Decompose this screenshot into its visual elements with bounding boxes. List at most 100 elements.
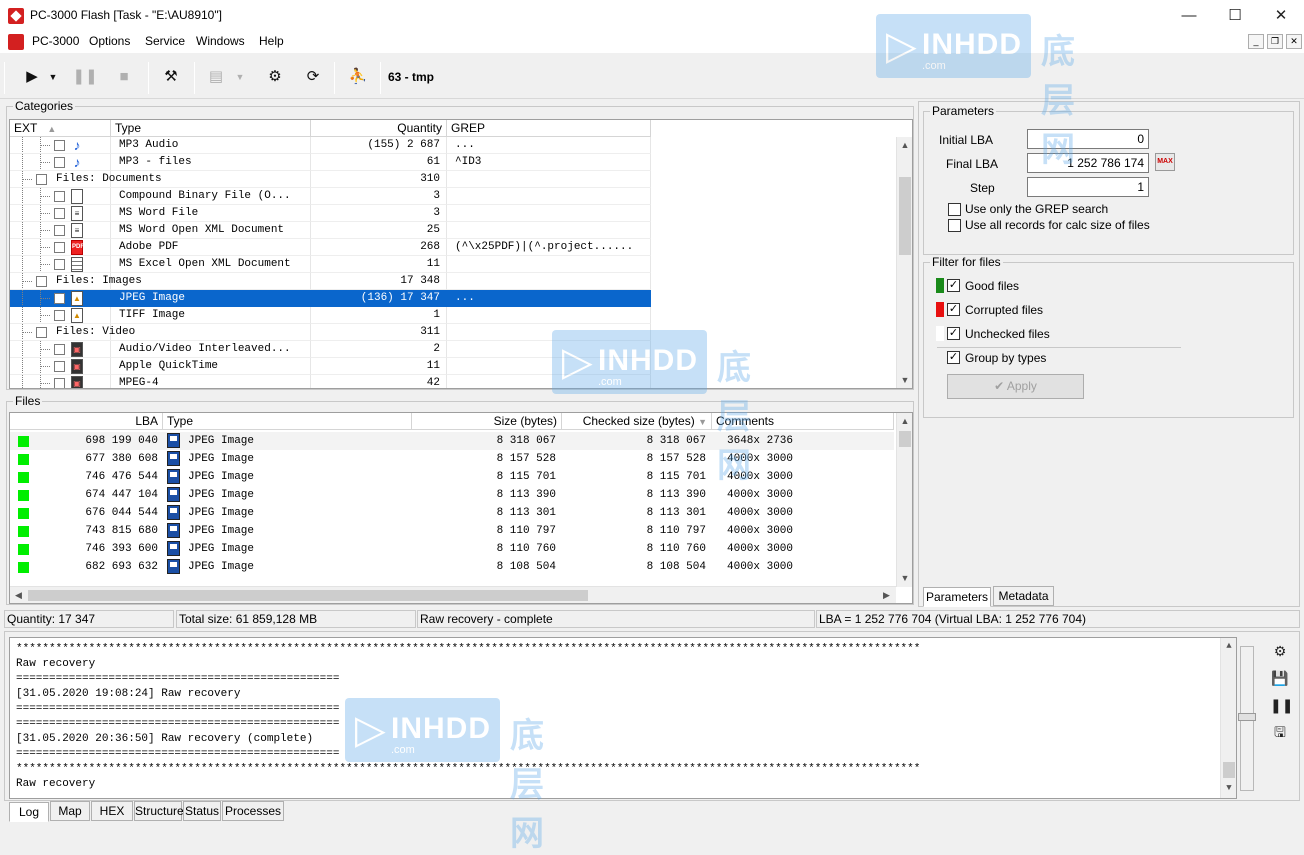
menu-help[interactable]: Help bbox=[257, 34, 286, 48]
export-dropdown-icon[interactable]: ▼ bbox=[233, 64, 247, 90]
category-row[interactable]: ▲ JPEG Image (136) 17 347... bbox=[10, 290, 894, 307]
scroll-thumb[interactable] bbox=[899, 177, 911, 255]
category-row[interactable]: Compound Binary File (O... 3 bbox=[10, 188, 894, 205]
column-header-file-type[interactable]: Type bbox=[163, 413, 412, 430]
menu-options[interactable]: Options bbox=[87, 34, 132, 48]
apply-button[interactable]: ✔ Apply bbox=[947, 374, 1084, 399]
save-icon[interactable]: 💾 bbox=[1270, 668, 1290, 688]
mdi-restore-button[interactable]: ❐ bbox=[1267, 34, 1283, 49]
category-checkbox[interactable] bbox=[54, 344, 65, 355]
category-checkbox[interactable] bbox=[54, 157, 65, 168]
max-lba-button[interactable]: MAX bbox=[1155, 153, 1175, 171]
category-checkbox[interactable] bbox=[54, 242, 65, 253]
column-header-lba[interactable]: LBA bbox=[10, 413, 163, 430]
file-row[interactable]: 746 393 600 JPEG Image 8 110 760 8 110 760 4… bbox=[10, 540, 894, 558]
file-settings-icon[interactable]: ⚙ bbox=[262, 64, 288, 90]
unchecked-files-checkbox[interactable]: ✓ bbox=[947, 327, 960, 340]
tab-map[interactable]: Map bbox=[50, 801, 90, 821]
category-checkbox[interactable] bbox=[54, 208, 65, 219]
categories-vertical-scrollbar[interactable]: ▲ ▼ bbox=[896, 137, 912, 388]
category-row[interactable]: ♪ MP3 - files 61 ^ID3 bbox=[10, 154, 894, 171]
corrupted-files-checkbox[interactable]: ✓ bbox=[947, 303, 960, 316]
scroll-down-icon[interactable]: ▼ bbox=[1221, 780, 1236, 797]
category-checkbox[interactable] bbox=[54, 259, 65, 270]
category-row[interactable]: Files: Documents 310 bbox=[10, 171, 894, 188]
tools-icon[interactable]: ⚒ bbox=[158, 64, 184, 90]
tab-processes[interactable]: Processes bbox=[222, 801, 284, 821]
category-row[interactable]: Files: Images 17 348 bbox=[10, 273, 894, 290]
scroll-thumb[interactable] bbox=[1223, 762, 1235, 778]
step-input[interactable]: 1 bbox=[1027, 177, 1149, 197]
scroll-left-icon[interactable]: ◀ bbox=[10, 587, 27, 603]
category-checkbox[interactable] bbox=[54, 225, 65, 236]
maximize-button[interactable]: ☐ bbox=[1212, 0, 1258, 31]
category-row[interactable]: ▣ Audio/Video Interleaved... 2 bbox=[10, 341, 894, 358]
group-by-types-checkbox[interactable]: ✓ bbox=[947, 351, 960, 364]
scroll-thumb[interactable] bbox=[899, 431, 911, 447]
scroll-up-icon[interactable]: ▲ bbox=[1221, 638, 1236, 655]
play-icon[interactable]: ▶ bbox=[19, 64, 45, 90]
column-header-quantity[interactable]: Quantity bbox=[311, 120, 447, 137]
category-checkbox[interactable] bbox=[36, 276, 47, 287]
category-checkbox[interactable] bbox=[54, 140, 65, 151]
file-row[interactable]: 676 044 544 JPEG Image 8 113 301 8 113 301 4… bbox=[10, 504, 894, 522]
menu-windows[interactable]: Windows bbox=[194, 34, 247, 48]
category-checkbox[interactable] bbox=[54, 378, 65, 388]
column-header-checked-size[interactable]: Checked size (bytes) ▼ bbox=[562, 413, 712, 430]
category-row[interactable]: ▣ Apple QuickTime 11 bbox=[10, 358, 894, 375]
run-task-icon[interactable]: ⛹ bbox=[345, 64, 371, 90]
scroll-up-icon[interactable]: ▲ bbox=[897, 137, 912, 154]
category-checkbox[interactable] bbox=[54, 310, 65, 321]
column-header-type[interactable]: Type bbox=[111, 120, 311, 137]
category-row[interactable]: ▣ MPEG-4 42 bbox=[10, 375, 894, 388]
file-row[interactable]: 682 693 632 JPEG Image 8 108 504 8 108 504 4… bbox=[10, 558, 894, 576]
tab-metadata[interactable]: Metadata bbox=[993, 586, 1054, 606]
category-row[interactable]: ♪ MP3 Audio (155) 2 687... bbox=[10, 137, 894, 154]
scroll-right-icon[interactable]: ▶ bbox=[878, 587, 895, 603]
category-checkbox[interactable] bbox=[36, 327, 47, 338]
grep-only-checkbox[interactable] bbox=[948, 203, 961, 216]
scroll-down-icon[interactable]: ▼ bbox=[897, 570, 912, 587]
pause-log-icon[interactable]: ❚❚ bbox=[1270, 695, 1293, 715]
file-row[interactable]: 746 476 544 JPEG Image 8 115 701 8 115 701 4… bbox=[10, 468, 894, 486]
stop-icon[interactable]: ■ bbox=[111, 64, 137, 90]
scroll-up-icon[interactable]: ▲ bbox=[897, 413, 912, 430]
slider-handle[interactable] bbox=[1238, 713, 1256, 721]
menu-service[interactable]: Service bbox=[143, 34, 187, 48]
files-vertical-scrollbar[interactable]: ▲ ▼ bbox=[896, 413, 912, 587]
category-row[interactable]: PDF Adobe PDF 268 (^\x25PDF)|(^.project....… bbox=[10, 239, 894, 256]
good-files-checkbox[interactable]: ✓ bbox=[947, 279, 960, 292]
pause-icon[interactable]: ❚❚ bbox=[72, 64, 98, 90]
log-settings-icon[interactable]: ⚙ bbox=[1270, 641, 1290, 661]
category-row[interactable]: MS Excel Open XML Document 11 bbox=[10, 256, 894, 273]
category-row[interactable]: ≡ MS Word File 3 bbox=[10, 205, 894, 222]
tab-structure[interactable]: Structure bbox=[134, 801, 184, 821]
scroll-down-icon[interactable]: ▼ bbox=[897, 372, 912, 388]
file-row[interactable]: 698 199 040 JPEG Image 8 318 067 8 318 067 3… bbox=[10, 432, 894, 450]
all-records-checkbox[interactable] bbox=[948, 219, 961, 232]
category-checkbox[interactable] bbox=[54, 361, 65, 372]
mdi-minimize-button[interactable]: _ bbox=[1248, 34, 1264, 49]
category-row[interactable]: ≡ MS Word Open XML Document 25 bbox=[10, 222, 894, 239]
files-horizontal-scrollbar[interactable]: ◀ ▶ bbox=[10, 586, 896, 603]
log-vertical-scrollbar[interactable]: ▲ ▼ bbox=[1220, 638, 1236, 798]
tab-hex[interactable]: HEX bbox=[91, 801, 133, 821]
close-button[interactable]: ✕ bbox=[1258, 0, 1304, 31]
play-dropdown-icon[interactable]: ▼ bbox=[46, 64, 60, 90]
column-header-grep[interactable]: GREP bbox=[447, 120, 651, 137]
category-checkbox[interactable] bbox=[36, 174, 47, 185]
tab-status[interactable]: Status bbox=[183, 801, 221, 821]
category-checkbox[interactable] bbox=[54, 293, 65, 304]
file-row[interactable]: 743 815 680 JPEG Image 8 110 797 8 110 797 4… bbox=[10, 522, 894, 540]
scroll-thumb[interactable] bbox=[28, 590, 588, 601]
refresh-icon[interactable]: ⟳ bbox=[300, 64, 326, 90]
category-row[interactable]: Files: Video 311 bbox=[10, 324, 894, 341]
save-log-as-icon[interactable]: 🖫 bbox=[1270, 722, 1290, 742]
category-checkbox[interactable] bbox=[54, 191, 65, 202]
app-menu-icon[interactable] bbox=[8, 34, 24, 50]
file-row[interactable]: 674 447 104 JPEG Image 8 113 390 8 113 390 4… bbox=[10, 486, 894, 504]
tab-log[interactable]: Log bbox=[9, 802, 49, 822]
minimize-button[interactable]: — bbox=[1166, 0, 1212, 31]
category-row[interactable]: ▲ TIFF Image 1 bbox=[10, 307, 894, 324]
column-header-ext[interactable]: EXT ▲ bbox=[10, 120, 111, 137]
